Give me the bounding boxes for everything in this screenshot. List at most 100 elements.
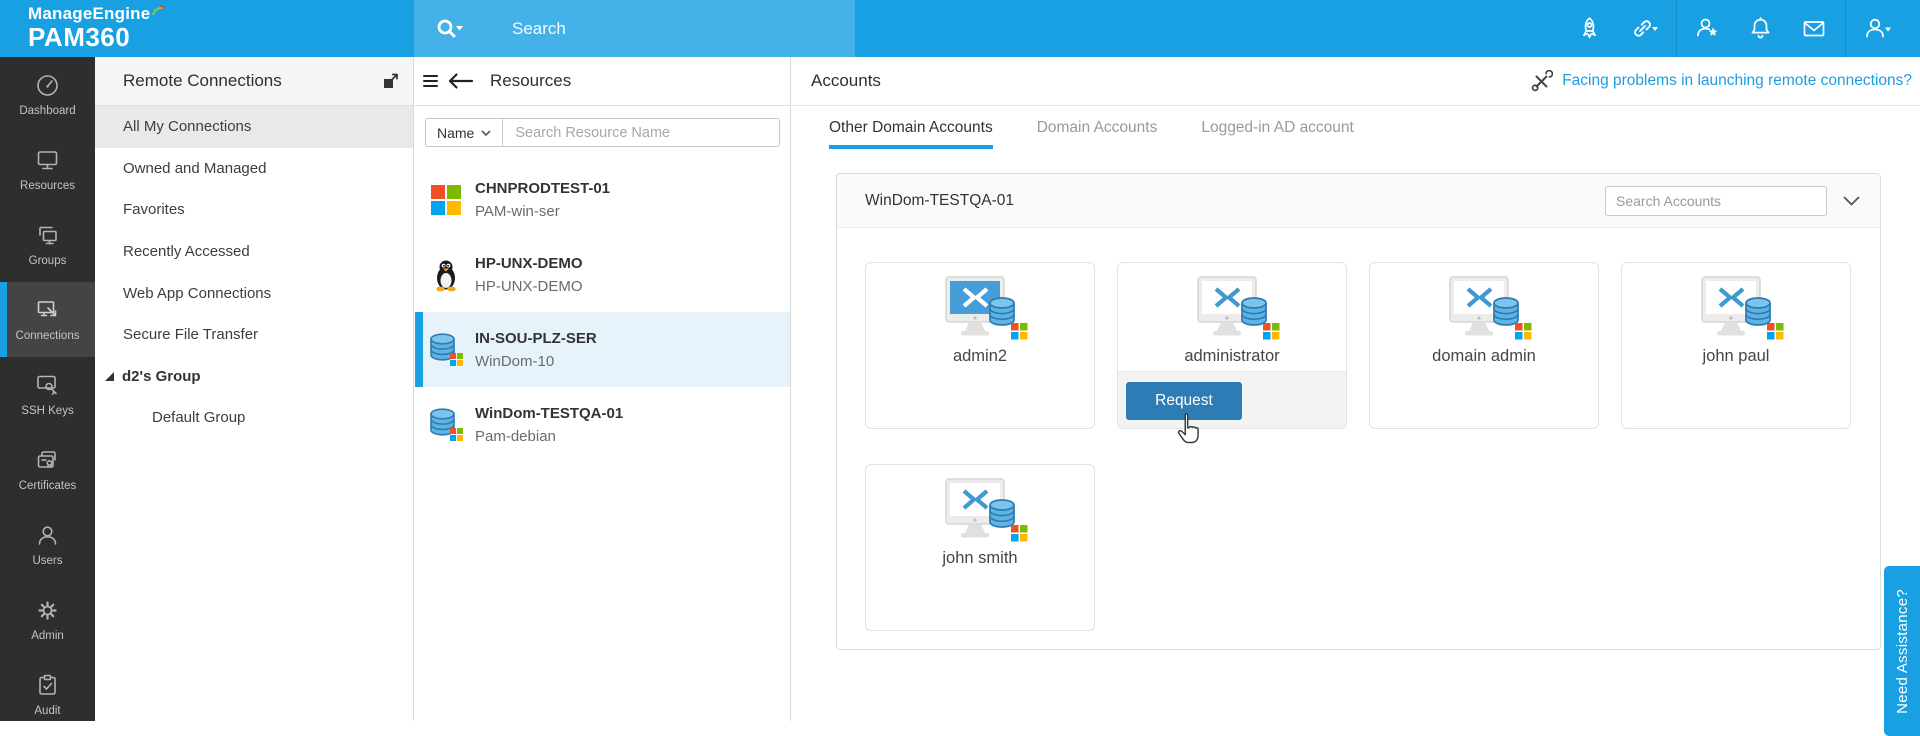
connection-item-label: Secure File Transfer [123, 326, 258, 343]
launch-help-link[interactable]: Facing problems in launching remote conn… [1530, 70, 1912, 93]
account-card[interactable]: administrator Request [1117, 262, 1347, 429]
resource-search-input[interactable] [503, 125, 779, 141]
tab-label: Domain Accounts [1037, 119, 1158, 136]
rdp-account-icon [1688, 276, 1784, 342]
mail-icon[interactable] [1800, 15, 1828, 42]
connection-list-item[interactable]: d2's Group [95, 356, 413, 398]
launch-help-text: Facing problems in launching remote conn… [1562, 72, 1912, 90]
resource-list: CHNPRODTEST-01 PAM-win-ser [415, 162, 790, 462]
sidebar-item-label: Certificates [19, 480, 77, 492]
resource-list-item[interactable]: IN-SOU-PLZ-SER WinDom-10 [415, 312, 790, 387]
connection-list-item[interactable]: Default Group [95, 397, 413, 439]
gear-icon [34, 597, 61, 624]
certificate-icon [34, 447, 61, 474]
sidebar-item[interactable]: Certificates [0, 432, 95, 507]
bell-icon[interactable] [1747, 15, 1774, 42]
account-card[interactable]: domain admin [1369, 262, 1599, 429]
resource-list-item[interactable]: HP-UNX-DEMO HP-UNX-DEMO [415, 237, 790, 312]
brand-pam360: PAM360 [28, 22, 166, 53]
account-tab[interactable]: Other Domain Accounts [829, 113, 993, 143]
resource-list-item[interactable]: CHNPRODTEST-01 PAM-win-ser [415, 162, 790, 237]
sidebar-item[interactable]: Groups [0, 207, 95, 282]
connection-list-item[interactable]: Favorites [95, 189, 413, 231]
expander-triangle-icon[interactable] [105, 372, 114, 381]
connection-list-item[interactable]: Secure File Transfer [95, 314, 413, 356]
connection-list-item[interactable]: Recently Accessed [95, 231, 413, 273]
connection-list-item[interactable]: Owned and Managed [95, 148, 413, 190]
remote-connections-header: Remote Connections [95, 57, 413, 106]
accounts-title: Accounts [811, 71, 1530, 91]
windows-logo-icon [430, 184, 462, 216]
brand-manageengine: ManageEngine [28, 4, 150, 24]
dashboard-icon [34, 72, 61, 99]
database-windows-icon [428, 407, 464, 443]
sidebar-item[interactable]: Dashboard [0, 57, 95, 132]
search-icon[interactable] [434, 16, 464, 42]
sidebar-item[interactable]: Resources [0, 132, 95, 207]
sidebar-item-label: Groups [29, 255, 67, 267]
remote-connections-list: All My Connections Owned and Managed Fav… [95, 106, 413, 439]
connection-list-item[interactable]: Web App Connections [95, 272, 413, 314]
collapse-chevron-icon[interactable] [1843, 196, 1860, 206]
account-card[interactable]: john smith [865, 464, 1095, 631]
account-group-header: WinDom-TESTQA-01 [837, 174, 1880, 228]
account-name: john paul [1703, 347, 1770, 366]
link-icon[interactable] [1629, 15, 1659, 42]
chevron-down-icon [481, 130, 491, 136]
rdp-account-icon [1436, 276, 1532, 342]
sidebar-item[interactable]: SSH Keys [0, 357, 95, 432]
connection-item-label: Recently Accessed [123, 243, 250, 260]
user-icon[interactable] [1863, 15, 1893, 42]
account-name: john smith [942, 549, 1017, 568]
account-tab[interactable]: Logged-in AD account [1201, 113, 1354, 143]
connection-item-label: Default Group [152, 409, 245, 426]
search-filter-dropdown[interactable]: Name [426, 119, 503, 146]
connection-item-label: Favorites [123, 201, 185, 218]
global-search-input[interactable] [512, 19, 812, 39]
account-name: domain admin [1432, 347, 1536, 366]
back-arrow-icon[interactable] [447, 72, 474, 90]
global-search-bar [414, 0, 855, 57]
account-search-input[interactable] [1605, 186, 1827, 216]
ssh-key-icon [34, 372, 61, 399]
sidebar-item[interactable]: Connections [0, 282, 95, 357]
user-star-icon[interactable] [1694, 15, 1721, 42]
resource-description: PAM-win-ser [475, 200, 610, 223]
rdp-account-icon [932, 478, 1028, 544]
resource-name: WinDom-TESTQA-01 [475, 402, 623, 425]
brand-swoosh-icon [151, 4, 166, 17]
sidebar-item-label: Dashboard [19, 105, 75, 117]
need-assistance-label: Need Assistance? [1894, 589, 1911, 714]
sidebar-item-label: Users [32, 555, 62, 567]
account-name: admin2 [953, 347, 1007, 366]
request-button[interactable]: Request [1126, 382, 1242, 420]
connection-item-label: d2's Group [122, 368, 201, 385]
rocket-icon[interactable] [1576, 15, 1603, 42]
resources-header: Resources [415, 57, 790, 106]
connection-item-label: Owned and Managed [123, 160, 266, 177]
account-group-panel: WinDom-TESTQA-01 [836, 173, 1881, 650]
connection-list-item[interactable]: All My Connections [95, 106, 413, 148]
account-tab[interactable]: Domain Accounts [1037, 113, 1158, 143]
sidebar-item[interactable]: Users [0, 507, 95, 582]
account-card[interactable]: admin2 [865, 262, 1095, 429]
sidebar-item[interactable]: Admin [0, 582, 95, 657]
resource-description: WinDom-10 [475, 350, 597, 373]
resource-list-item[interactable]: WinDom-TESTQA-01 Pam-debian [415, 387, 790, 462]
account-hover-overlay: Request [1118, 371, 1346, 428]
group-monitors-icon [34, 222, 61, 249]
tools-icon [1530, 70, 1553, 93]
hamburger-icon[interactable] [419, 68, 445, 94]
popout-icon[interactable] [381, 71, 401, 91]
topbar-divider [1845, 0, 1846, 57]
need-assistance-tab[interactable]: Need Assistance? [1884, 566, 1920, 736]
database-windows-icon [428, 332, 464, 368]
monitor-icon [34, 147, 61, 174]
brand-logo: ManageEngine PAM360 [28, 4, 166, 53]
topbar-actions [1563, 0, 1920, 57]
users-icon [34, 522, 61, 549]
account-name: administrator [1184, 347, 1279, 366]
rdp-account-icon [932, 276, 1028, 342]
resource-description: HP-UNX-DEMO [475, 275, 583, 298]
account-card[interactable]: john paul [1621, 262, 1851, 429]
